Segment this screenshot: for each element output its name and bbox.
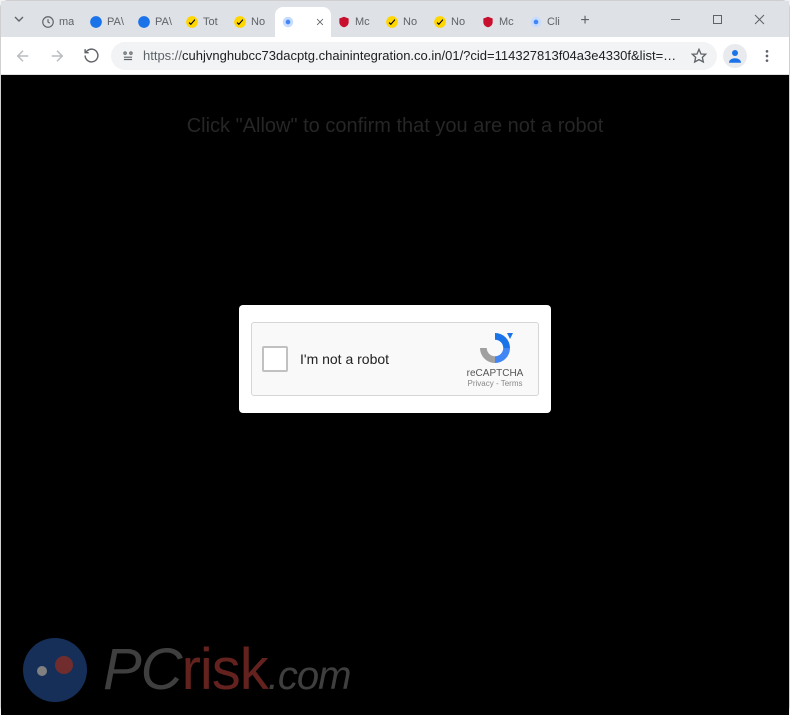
page-icon bbox=[529, 15, 543, 29]
recaptcha-brand-name: reCAPTCHA bbox=[462, 368, 528, 379]
tab-9[interactable]: Mc bbox=[475, 7, 523, 37]
tab-4[interactable]: No bbox=[227, 7, 275, 37]
recaptcha-label: I'm not a robot bbox=[300, 351, 450, 367]
bookmark-icon[interactable] bbox=[691, 48, 707, 64]
mcafee-icon bbox=[481, 15, 495, 29]
tab-10[interactable]: Cli bbox=[523, 7, 571, 37]
window-controls bbox=[655, 1, 783, 37]
tab-0[interactable]: ma bbox=[35, 7, 83, 37]
recaptcha-widget: I'm not a robot reCAPTCHA Privacy - Term… bbox=[251, 322, 539, 396]
mcafee-icon bbox=[337, 15, 351, 29]
url-text: https://cuhjvnghubcc73dacptg.chainintegr… bbox=[143, 48, 683, 63]
tab-label: No bbox=[403, 16, 417, 28]
toolbar: https://cuhjvnghubcc73dacptg.chainintegr… bbox=[1, 37, 789, 75]
recaptcha-logo-icon bbox=[477, 330, 513, 366]
watermark-logo-icon bbox=[23, 638, 87, 702]
tab-label: ma bbox=[59, 16, 74, 28]
tab-5-active[interactable] bbox=[275, 7, 331, 37]
url-rest: cuhjvnghubcc73dacptg.chainintegration.co… bbox=[182, 48, 683, 63]
tab-3[interactable]: Tot bbox=[179, 7, 227, 37]
menu-button[interactable] bbox=[753, 42, 781, 70]
profile-button[interactable] bbox=[723, 44, 747, 68]
plus-icon: + bbox=[580, 12, 589, 30]
new-tab-button[interactable]: + bbox=[571, 7, 599, 35]
tab-1[interactable]: PA\ bbox=[83, 7, 131, 37]
address-bar[interactable]: https://cuhjvnghubcc73dacptg.chainintegr… bbox=[111, 42, 717, 70]
tab-label: No bbox=[451, 16, 465, 28]
back-button[interactable] bbox=[9, 42, 37, 70]
recaptcha-brand: reCAPTCHA Privacy - Terms bbox=[462, 330, 528, 388]
recaptcha-brand-links: Privacy - Terms bbox=[462, 379, 528, 388]
tab-label: Mc bbox=[499, 16, 514, 28]
tab-label: No bbox=[251, 16, 265, 28]
tab-6[interactable]: Mc bbox=[331, 7, 379, 37]
window-close-button[interactable] bbox=[739, 5, 779, 33]
watermark-dom: .com bbox=[268, 654, 351, 698]
window-maximize-button[interactable] bbox=[697, 5, 737, 33]
norton-yellow-icon bbox=[385, 15, 399, 29]
tab-label: PA\ bbox=[155, 16, 172, 28]
allow-prompt-text: Click "Allow" to confirm that you are no… bbox=[1, 115, 789, 138]
tab-label: PA\ bbox=[107, 16, 124, 28]
tab-label: Mc bbox=[355, 16, 370, 28]
tab-7[interactable]: No bbox=[379, 7, 427, 37]
watermark-text: PCrisk.com bbox=[103, 636, 350, 703]
window-minimize-button[interactable] bbox=[655, 5, 695, 33]
pcrisk-watermark: PCrisk.com bbox=[23, 636, 350, 703]
titlebar: ma PA\ PA\ Tot No Mc bbox=[1, 1, 789, 37]
norton-blue-icon bbox=[89, 15, 103, 29]
close-tab-icon[interactable] bbox=[315, 17, 325, 27]
recaptcha-card: I'm not a robot reCAPTCHA Privacy - Term… bbox=[239, 305, 551, 413]
site-info-icon[interactable] bbox=[121, 49, 135, 63]
norton-blue-icon bbox=[137, 15, 151, 29]
page-icon bbox=[281, 15, 295, 29]
tab-2[interactable]: PA\ bbox=[131, 7, 179, 37]
tab-label: Tot bbox=[203, 16, 218, 28]
url-protocol: https:// bbox=[143, 48, 182, 63]
recaptcha-checkbox[interactable] bbox=[262, 346, 288, 372]
reload-button[interactable] bbox=[77, 42, 105, 70]
norton-yellow-icon bbox=[185, 15, 199, 29]
page-content: Click "Allow" to confirm that you are no… bbox=[1, 75, 789, 715]
norton-yellow-icon bbox=[433, 15, 447, 29]
tab-8[interactable]: No bbox=[427, 7, 475, 37]
tab-label: Cli bbox=[547, 16, 560, 28]
watermark-pc: PC bbox=[103, 637, 182, 702]
watermark-risk: risk bbox=[182, 637, 268, 702]
forward-button[interactable] bbox=[43, 42, 71, 70]
norton-yellow-icon bbox=[233, 15, 247, 29]
recent-icon bbox=[41, 15, 55, 29]
tab-search-button[interactable] bbox=[7, 7, 31, 31]
